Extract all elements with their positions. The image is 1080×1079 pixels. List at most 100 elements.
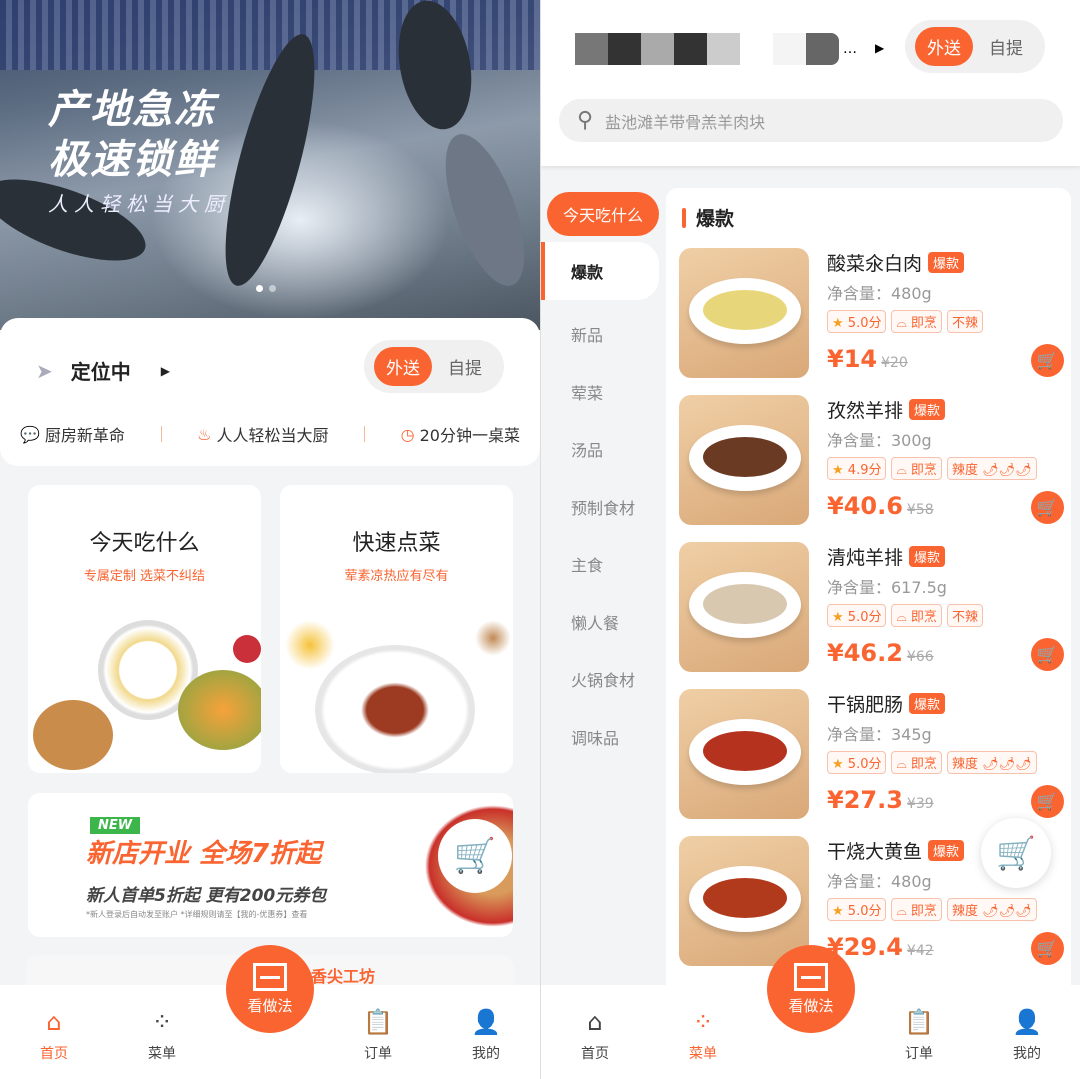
hero-banner[interactable]: 产地急冻 极速锁鲜 人人轻松当大厨 — [0, 0, 540, 330]
tag-row: ★ 4.9分 ⌓ 即烹 辣度 🌶🌶🌶 — [827, 457, 1037, 480]
pickup-option[interactable]: 自提 — [977, 27, 1035, 66]
ellipsis: … — [843, 41, 857, 57]
nav-menu[interactable]: ⁘ 菜单 — [649, 985, 757, 1079]
scan-recipe-button[interactable]: 看做法 — [226, 945, 314, 1033]
nav-orders[interactable]: 📋 订单 — [324, 985, 432, 1079]
feature-item: ◷ 20分钟一桌菜 — [401, 422, 520, 446]
category-item[interactable]: 新品 — [541, 306, 663, 364]
scan-icon — [794, 962, 828, 991]
add-to-cart-button[interactable]: 🛒 — [1031, 785, 1064, 818]
add-to-cart-button[interactable]: 🛒 — [1031, 932, 1064, 965]
user-icon: 👤 — [1012, 1008, 1042, 1036]
add-to-cart-button[interactable]: 🛒 — [1031, 344, 1064, 377]
cook-text: 即烹 — [910, 757, 937, 772]
rating-text: 5.0分 — [847, 610, 882, 625]
delivery-option[interactable]: 外送 — [915, 27, 973, 66]
star-icon: ★ — [832, 904, 844, 919]
cook-tag: ⌓ 即烹 — [891, 604, 942, 627]
user-icon: 👤 — [471, 1008, 501, 1036]
nav-label: 首页 — [581, 1046, 609, 1062]
price-row: ¥46.2 ¥66 — [827, 639, 983, 667]
category-item[interactable]: 懒人餐 — [541, 593, 663, 651]
cloche-icon: ⌓ — [896, 904, 907, 919]
product-info: 干锅肥肠 爆款 净含量：345g ★ 5.0分 ⌓ 即烹 辣度 🌶🌶🌶 ¥27.3… — [827, 689, 1037, 814]
net-weight: 净含量：480g — [827, 284, 932, 303]
category-item[interactable]: 调味品 — [541, 708, 663, 766]
delivery-toggle: 外送 自提 — [905, 20, 1045, 73]
product-info: 酸菜氽白肉 爆款 净含量：480g ★ 5.0分 ⌓ 即烹 不辣 ¥14 ¥20 — [827, 248, 983, 373]
nav-profile[interactable]: 👤 我的 — [432, 985, 540, 1079]
spice-tag: 辣度 🌶🌶🌶 — [946, 457, 1037, 480]
product-title-row: 清炖羊排 爆款 — [827, 542, 983, 570]
search-icon: ⚲ — [577, 108, 594, 133]
brand-text: 香尖工坊 — [311, 967, 376, 986]
search-input[interactable]: ⚲ 盐池滩羊带骨羔羊肉块 — [559, 99, 1063, 142]
original-price: ¥42 — [906, 943, 934, 959]
chef-hat-icon: ♨ — [197, 424, 212, 444]
category-item[interactable]: 预制食材 — [541, 478, 663, 536]
product-name: 酸菜氽白肉 — [827, 252, 923, 275]
feature-strip: 💬 厨房新革命 ♨ 人人轻松当大厨 ◷ 20分钟一桌菜 — [20, 422, 520, 446]
what-to-eat-button[interactable]: 今天吃什么 — [547, 192, 659, 236]
nav-label: 订单 — [364, 1046, 392, 1062]
plate-image — [689, 866, 801, 932]
net-weight: 净含量：300g — [827, 431, 932, 450]
cook-text: 即烹 — [910, 316, 937, 331]
card-what-to-eat[interactable]: 今天吃什么 专属定制 选菜不纠结 — [28, 485, 261, 773]
category-item[interactable]: 荤菜 — [541, 363, 663, 421]
promo-subtitle: 新人首单5折起 更有200元券包 — [86, 886, 327, 906]
plate-image — [689, 572, 801, 638]
add-to-cart-button[interactable]: 🛒 — [1031, 491, 1064, 524]
category-item[interactable]: 主食 — [541, 536, 663, 594]
blurred-address[interactable]: … ▶ — [575, 33, 884, 65]
product-item[interactable]: 酸菜氽白肉 爆款 净含量：480g ★ 5.0分 ⌓ 即烹 不辣 ¥14 ¥20 🛒 — [679, 248, 1064, 378]
location-selector[interactable]: ➤ 定位中 ▶ — [36, 356, 170, 385]
nav-label: 我的 — [1013, 1046, 1041, 1062]
cloche-icon: ⌓ — [896, 757, 907, 772]
product-list: 爆款 酸菜氽白肉 爆款 净含量：480g ★ 5.0分 ⌓ 即烹 不辣 ¥14 ¥2… — [666, 188, 1071, 1079]
home-icon: ⌂ — [46, 1008, 62, 1036]
cart-icon: 🛒 — [1036, 938, 1059, 959]
product-image — [679, 836, 809, 966]
nav-home[interactable]: ⌂ 首页 — [541, 985, 649, 1079]
pickup-option[interactable]: 自提 — [436, 347, 494, 386]
nav-home[interactable]: ⌂ 首页 — [0, 985, 108, 1079]
current-price: ¥14 — [827, 345, 878, 373]
card-quick-order[interactable]: 快速点菜 荤素凉热应有尽有 — [280, 485, 513, 773]
promo-headline: 新店开业 全场7折起 — [86, 839, 322, 869]
cart-icon: 🛒 — [1036, 644, 1059, 665]
plate-image — [689, 278, 801, 344]
delivery-option[interactable]: 外送 — [374, 347, 432, 386]
cart-icon: 🛒 — [1036, 497, 1059, 518]
scan-recipe-button[interactable]: 看做法 — [767, 945, 855, 1033]
category-item[interactable]: 汤品 — [541, 421, 663, 479]
rating-tag: ★ 5.0分 — [827, 310, 887, 333]
banner-title: 产地急冻 极速锁鲜 — [48, 87, 216, 183]
nav-orders[interactable]: 📋 订单 — [865, 985, 973, 1079]
product-name: 清炖羊排 — [827, 546, 904, 569]
feature-label: 厨房新革命 — [44, 426, 125, 445]
carousel-dots[interactable] — [256, 285, 276, 292]
floating-cart-button[interactable]: 🛒 — [981, 818, 1051, 888]
add-to-cart-button[interactable]: 🛒 — [1031, 638, 1064, 671]
product-item[interactable]: 孜然羊排 爆款 净含量：300g ★ 4.9分 ⌓ 即烹 辣度 🌶🌶🌶 ¥40.6… — [679, 395, 1064, 525]
home-screen: 产地急冻 极速锁鲜 人人轻松当大厨 ➤ 定位中 ▶ 外送 自提 💬 厨房新革命 ♨ 人… — [0, 0, 540, 1079]
product-title-row: 孜然羊排 爆款 — [827, 395, 1037, 423]
nav-profile[interactable]: 👤 我的 — [973, 985, 1080, 1079]
card-subtitle: 荤素凉热应有尽有 — [344, 569, 449, 584]
promo-banner[interactable]: NEW 新店开业 全场7折起 新人首单5折起 更有200元券包 *新人登录后自动… — [28, 793, 513, 937]
nav-menu[interactable]: ⁘ 菜单 — [108, 985, 216, 1079]
hot-badge: 爆款 — [909, 545, 946, 567]
card-title: 快速点菜 — [352, 531, 441, 556]
product-item[interactable]: 清炖羊排 爆款 净含量：617.5g ★ 5.0分 ⌓ 即烹 不辣 ¥46.2 ¥6… — [679, 542, 1064, 672]
hot-badge: 爆款 — [928, 251, 965, 273]
price-row: ¥27.3 ¥39 — [827, 786, 1037, 814]
caret-right-icon: ▶ — [875, 41, 885, 55]
category-item[interactable]: 火锅食材 — [541, 651, 663, 709]
product-item[interactable]: 干锅肥肠 爆款 净含量：345g ★ 5.0分 ⌓ 即烹 辣度 🌶🌶🌶 ¥27.3… — [679, 689, 1064, 819]
plate-image — [689, 719, 801, 785]
original-price: ¥58 — [906, 502, 934, 518]
category-item[interactable]: 爆款 — [541, 242, 659, 300]
cook-text: 即烹 — [910, 463, 937, 478]
product-image — [679, 689, 809, 819]
